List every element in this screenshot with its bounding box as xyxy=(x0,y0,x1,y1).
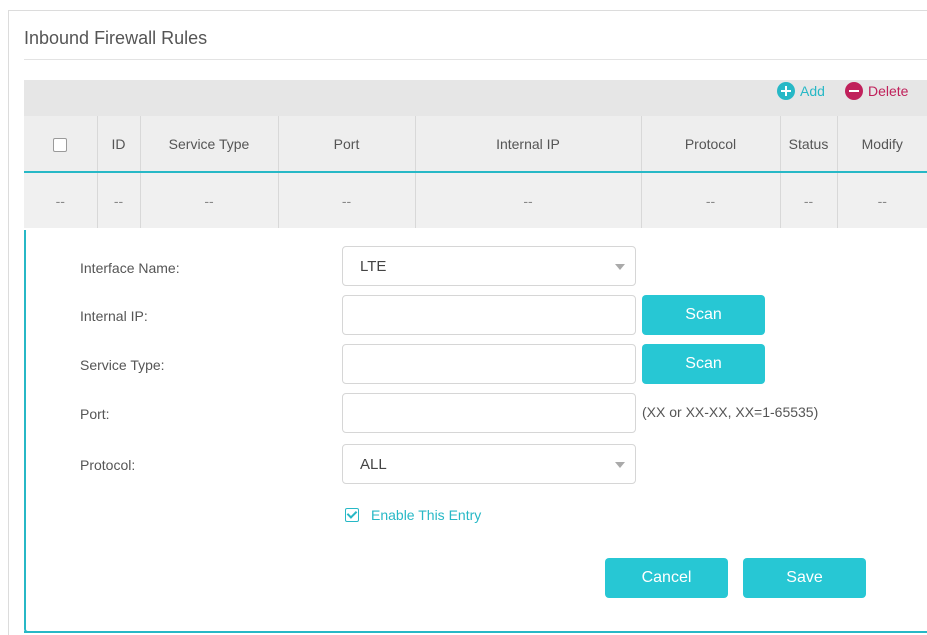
delete-button-label: Delete xyxy=(868,83,909,99)
dropdown-arrow-icon xyxy=(615,462,625,468)
table-cell: -- xyxy=(877,192,887,209)
enable-entry-label: Enable This Entry xyxy=(371,507,482,523)
table-cell: -- xyxy=(780,172,838,228)
plus-circle-icon xyxy=(777,82,795,100)
table-cell: -- xyxy=(415,172,642,228)
column-header-service-type: Service Type xyxy=(140,116,279,173)
table-cell: -- xyxy=(641,172,781,228)
dropdown-arrow-icon xyxy=(615,264,625,270)
title-divider xyxy=(24,59,927,60)
interface-name-value: LTE xyxy=(360,257,387,275)
column-header-id: ID xyxy=(97,116,141,173)
save-button[interactable]: Save xyxy=(743,558,866,598)
internal-ip-input[interactable] xyxy=(342,295,636,335)
add-button-label: Add xyxy=(800,83,825,99)
protocol-label: Protocol: xyxy=(80,457,136,473)
scan-internal-ip-button[interactable]: Scan xyxy=(642,295,765,335)
minus-circle-icon xyxy=(845,82,863,100)
port-hint: (XX or XX-XX, XX=1-65535) xyxy=(642,404,819,420)
select-all-checkbox[interactable] xyxy=(53,137,68,152)
port-label: Port: xyxy=(80,406,110,422)
add-button[interactable]: Add xyxy=(777,79,825,103)
checkbox-checked-icon xyxy=(345,508,359,522)
table-cell: -- xyxy=(24,172,98,228)
section-title: Inbound Firewall Rules xyxy=(24,28,208,48)
protocol-value: ALL xyxy=(360,455,387,473)
table-toolbar: Add Delete xyxy=(24,80,927,116)
port-input[interactable] xyxy=(342,393,636,433)
internal-ip-label: Internal IP: xyxy=(80,308,148,324)
table-row: -- -- -- -- -- -- -- -- xyxy=(24,172,927,228)
protocol-select[interactable]: ALL xyxy=(342,444,636,484)
interface-name-select[interactable]: LTE xyxy=(342,246,636,286)
scan-service-type-button[interactable]: Scan xyxy=(642,344,765,384)
table-header-row: ID Service Type Port Internal IP Protoco… xyxy=(24,116,927,173)
form-bottom-border xyxy=(24,631,927,633)
table-cell: -- xyxy=(278,172,416,228)
table-cell: -- xyxy=(97,172,141,228)
service-type-input[interactable] xyxy=(342,344,636,384)
column-header-port: Port xyxy=(278,116,416,173)
column-header-modify: Modify xyxy=(837,116,927,173)
enable-entry-checkbox[interactable]: Enable This Entry xyxy=(345,507,481,523)
column-header-protocol: Protocol xyxy=(641,116,781,173)
column-header-internal-ip: Internal IP xyxy=(415,116,642,173)
select-all-cell xyxy=(24,116,98,173)
interface-name-label: Interface Name: xyxy=(80,260,180,276)
column-header-status: Status xyxy=(780,116,838,173)
delete-button[interactable]: Delete xyxy=(845,79,908,103)
table-cell: -- xyxy=(140,172,279,228)
service-type-label: Service Type: xyxy=(80,357,165,373)
rules-table: ID Service Type Port Internal IP Protoco… xyxy=(24,116,927,228)
cancel-button[interactable]: Cancel xyxy=(605,558,728,598)
